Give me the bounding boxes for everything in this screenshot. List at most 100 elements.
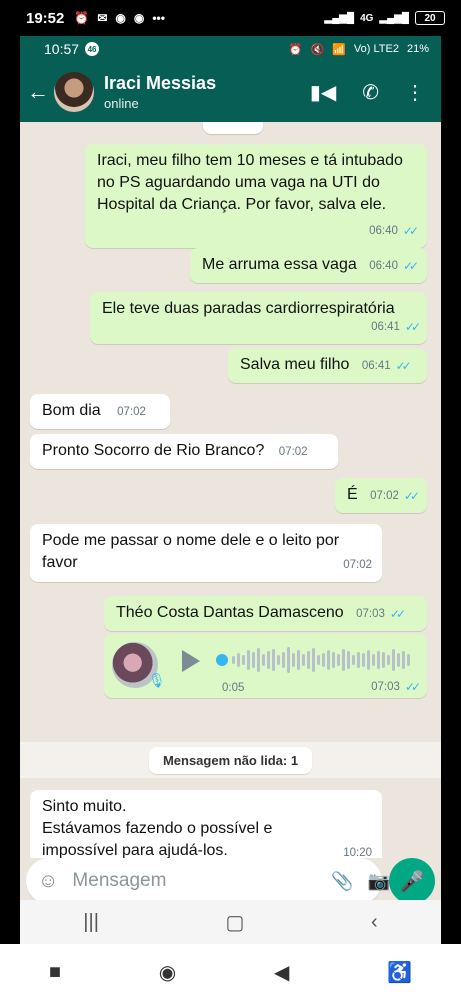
chat-header: ← Iraci Messias online ▮◀ ✆ ⋮ bbox=[20, 62, 441, 122]
waveform-bar bbox=[407, 654, 410, 666]
phone-icon[interactable]: ✆ bbox=[362, 80, 379, 105]
emoji-icon[interactable]: ☺ bbox=[38, 870, 58, 893]
message-text: Ele teve duas paradas cardiorrespiratóri… bbox=[102, 300, 395, 317]
back-icon[interactable]: ‹ bbox=[371, 911, 378, 934]
accessibility-icon[interactable]: ♿ bbox=[387, 960, 412, 985]
waveform-bar bbox=[292, 653, 295, 667]
waveform-bar bbox=[387, 655, 390, 665]
message-bubble[interactable]: Salva meu filho 06:41 ✓✓ bbox=[228, 348, 427, 383]
waveform-bar bbox=[362, 653, 365, 667]
read-ticks-icon: ✓✓ bbox=[404, 680, 421, 694]
message-bubble[interactable]: Ele teve duas paradas cardiorrespiratóri… bbox=[90, 292, 427, 344]
alarm-icon: ⏰ bbox=[74, 11, 90, 25]
battery-level: 20 bbox=[424, 12, 436, 24]
message-text: Salva meu filho bbox=[240, 356, 350, 373]
message-bubble[interactable]: É 07:02 ✓✓ bbox=[335, 478, 427, 513]
waveform-bar bbox=[317, 655, 320, 665]
waveform-bar bbox=[332, 652, 335, 668]
waveform-bar bbox=[372, 654, 375, 666]
message-bubble[interactable]: Sinto muito. Estávamos fazendo o possíve… bbox=[30, 790, 382, 858]
waveform-bar bbox=[402, 651, 405, 669]
message-input[interactable] bbox=[72, 870, 318, 892]
waveform-bar bbox=[312, 648, 315, 672]
back-arrow-icon[interactable]: ← bbox=[26, 79, 50, 105]
waveform-bar bbox=[242, 655, 245, 665]
message-time: 06:41 bbox=[361, 360, 391, 372]
attach-icon[interactable]: 📎 bbox=[331, 871, 353, 892]
waveform-bar bbox=[347, 651, 350, 669]
message-time: 07:03 bbox=[371, 681, 400, 693]
waveform-bar bbox=[397, 653, 400, 667]
camera-icon[interactable]: 📷 bbox=[368, 871, 390, 892]
waveform-bar bbox=[277, 655, 280, 665]
avatar[interactable] bbox=[54, 72, 94, 112]
system-status-bar: 19:52 ⏰ ✉ ◉ ◉ ••• ▂▄▆█ 4G ▂▄▆█ 20 bbox=[0, 0, 461, 36]
message-time: 06:40 bbox=[369, 260, 398, 272]
recent-apps-icon[interactable]: ||| bbox=[83, 911, 99, 934]
waveform-bar bbox=[282, 652, 285, 668]
mic-icon: 🎙 bbox=[148, 672, 166, 688]
back-icon[interactable]: ◀ bbox=[274, 960, 289, 985]
stop-icon[interactable]: ■ bbox=[49, 961, 61, 984]
message-text: Sinto muito. Estávamos fazendo o possíve… bbox=[42, 798, 273, 858]
inner-time: 10:57 bbox=[44, 41, 80, 57]
message-text: Théo Costa Dantas Damasceno bbox=[116, 604, 344, 621]
message-time: 07:03 bbox=[356, 608, 385, 620]
mute-icon: 🔇 bbox=[310, 43, 325, 56]
message-bubble[interactable]: Me arruma essa vaga 06:40 ✓✓ bbox=[190, 248, 427, 283]
message-text: Pode me passar o nome dele e o leito por… bbox=[42, 532, 340, 571]
notification-badge: 46 bbox=[85, 42, 100, 56]
contact-name: Iraci Messias bbox=[104, 73, 217, 93]
waveform-bar bbox=[382, 652, 385, 668]
message-bubble[interactable]: Pronto Socorro de Rio Branco? 07:02 bbox=[30, 434, 338, 469]
voice-record-button[interactable]: 🎤 bbox=[389, 858, 435, 904]
waveform-bar bbox=[232, 656, 235, 664]
contact-status: online bbox=[104, 96, 139, 111]
waveform-bar bbox=[377, 651, 380, 669]
chrome-icon-2: ◉ bbox=[133, 11, 145, 25]
waveform-bar bbox=[337, 654, 340, 666]
waveform-bar bbox=[287, 647, 290, 673]
waveform-bar bbox=[272, 649, 275, 671]
volte-label: Vo) LTE2 bbox=[353, 43, 399, 55]
alarm-icon: ⏰ bbox=[288, 43, 303, 56]
audio-waveform[interactable] bbox=[232, 646, 416, 674]
home-icon[interactable]: ◉ bbox=[159, 960, 176, 985]
waveform-bar bbox=[392, 649, 395, 671]
waveform-bar bbox=[352, 655, 355, 665]
video-call-icon[interactable]: ▮◀ bbox=[310, 80, 336, 105]
unread-divider: Mensagem não lida: 1 bbox=[20, 742, 441, 778]
play-icon[interactable] bbox=[182, 650, 200, 672]
network-type: 4G bbox=[360, 12, 374, 24]
whatsapp-screenshot: 10:57 46 ⏰ 🔇 📶 Vo) LTE2 21% ← Iraci Mess… bbox=[20, 36, 441, 944]
message-text: Bom dia bbox=[42, 402, 101, 419]
message-text: É bbox=[347, 486, 358, 503]
message-list[interactable]: Iraci, meu filho tem 10 meses e tá intub… bbox=[20, 122, 441, 858]
notification-icon: ✉ bbox=[97, 11, 108, 25]
waveform-bar bbox=[257, 648, 260, 672]
battery-icon: 20 bbox=[415, 11, 445, 25]
message-bubble[interactable]: Bom dia 07:02 bbox=[30, 394, 170, 429]
message-bubble[interactable]: Pode me passar o nome dele e o leito por… bbox=[30, 524, 382, 582]
waveform-bar bbox=[267, 651, 270, 669]
voice-message[interactable]: 🎙 0:05 07:03 ✓✓ bbox=[104, 634, 427, 698]
message-text: Me arruma essa vaga bbox=[202, 256, 357, 273]
chrome-icon: ◉ bbox=[115, 11, 126, 25]
mic-icon: 🎤 bbox=[399, 870, 425, 893]
system-navigation-bar: ■ ◉ ◀ ♿ bbox=[0, 944, 461, 1000]
message-input-bar: ☺ 📎 📷 bbox=[26, 858, 390, 904]
waveform-bar bbox=[327, 650, 330, 670]
waveform-bar bbox=[297, 650, 300, 670]
message-time: 10:20 bbox=[343, 847, 372, 858]
playback-slider-handle[interactable] bbox=[216, 654, 228, 666]
read-ticks-icon: ✓✓ bbox=[389, 607, 406, 621]
waveform-bar bbox=[237, 653, 240, 667]
message-bubble[interactable]: Iraci, meu filho tem 10 meses e tá intub… bbox=[85, 144, 427, 248]
contact-info[interactable]: Iraci Messias online bbox=[104, 73, 310, 111]
more-notifications-icon: ••• bbox=[152, 11, 165, 25]
home-icon[interactable]: ▢ bbox=[226, 910, 245, 935]
waveform-bar bbox=[247, 650, 250, 670]
message-bubble[interactable]: Théo Costa Dantas Damasceno 07:03 ✓✓ bbox=[104, 596, 427, 631]
signal-icon: ▂▄▆█ bbox=[324, 12, 355, 24]
more-options-icon[interactable]: ⋮ bbox=[405, 80, 425, 105]
